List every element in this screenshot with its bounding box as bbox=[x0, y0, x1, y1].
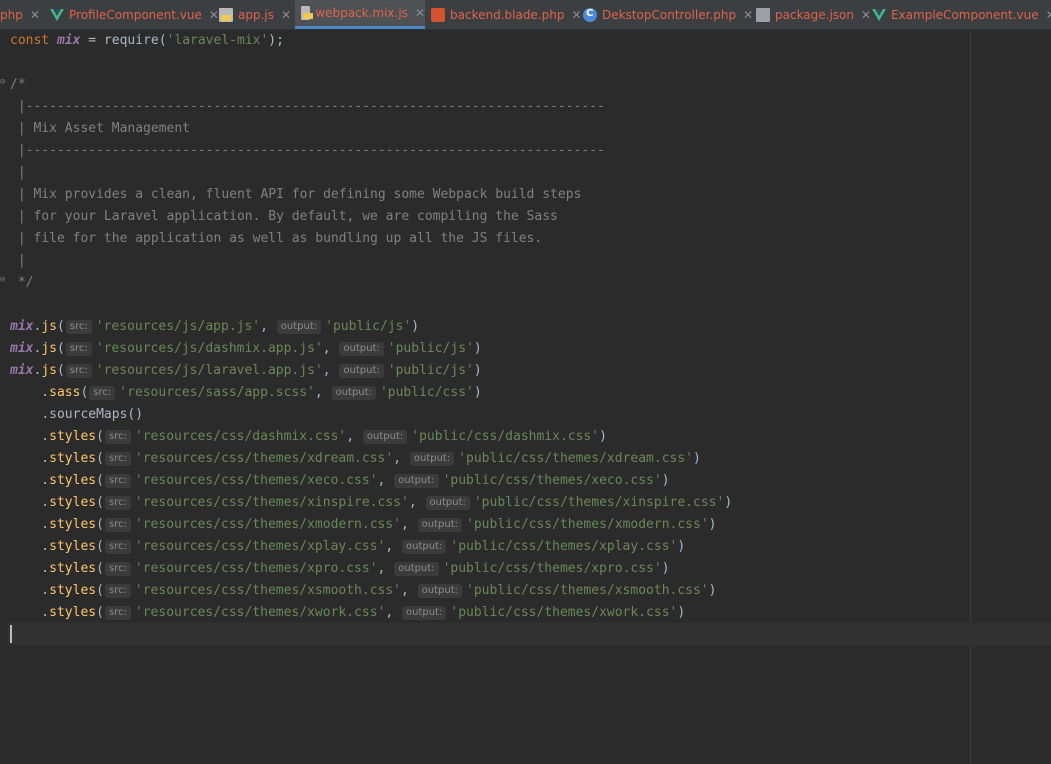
fold-icon[interactable]: ⊖ bbox=[0, 77, 8, 87]
vue-icon bbox=[50, 9, 64, 21]
src-param-hint: src: bbox=[104, 540, 131, 554]
comment-line: | Mix provides a clean, fluent API for d… bbox=[10, 187, 582, 202]
json-file-icon bbox=[756, 7, 770, 22]
vue-icon bbox=[872, 9, 886, 21]
mix-styles-call: .styles(src:'resources/css/themes/xdream… bbox=[10, 451, 701, 466]
comment-line: | file for the application as well as bu… bbox=[10, 231, 543, 246]
comment-line: |---------------------------------------… bbox=[10, 143, 605, 158]
js-file-icon bbox=[219, 7, 233, 22]
output-param-hint: output: bbox=[394, 474, 439, 488]
src-param-hint: src: bbox=[104, 584, 131, 598]
tab-label: webpack.mix.js bbox=[315, 6, 408, 20]
close-icon[interactable]: ✕ bbox=[281, 8, 291, 22]
fold-icon[interactable]: ⊖ bbox=[0, 275, 8, 285]
comment-line: | bbox=[10, 165, 26, 180]
mix-js-call: mix.js(src:'resources/js/laravel.app.js'… bbox=[10, 363, 482, 378]
output-param-hint: output: bbox=[425, 496, 470, 510]
mix-styles-call: .styles(src:'resources/css/themes/xeco.c… bbox=[10, 473, 670, 488]
tab-app-js[interactable]: app.js ✕ bbox=[213, 0, 291, 29]
js-file-icon bbox=[301, 6, 314, 20]
tab-package-json[interactable]: package.json ✕ bbox=[750, 0, 871, 29]
mix-styles-call: .styles(src:'resources/css/themes/xpro.c… bbox=[10, 561, 670, 576]
tab-profile-component[interactable]: ProfileComponent.vue ✕ bbox=[44, 0, 219, 29]
comment-line: |---------------------------------------… bbox=[10, 99, 605, 114]
tab-label: backend.blade.php bbox=[450, 7, 565, 22]
src-param-hint: src: bbox=[65, 320, 92, 334]
tab-label: php bbox=[0, 7, 23, 22]
comment-line: | Mix Asset Management bbox=[10, 121, 191, 136]
tab-dekstop-controller[interactable]: DekstopController.php ✕ bbox=[577, 0, 753, 29]
output-param-hint: output: bbox=[339, 342, 384, 356]
close-icon[interactable]: ✕ bbox=[1046, 8, 1051, 22]
tab-label: app.js bbox=[238, 7, 274, 22]
mix-styles-call: .styles(src:'resources/css/themes/xsmoot… bbox=[10, 583, 717, 598]
tab-label: DekstopController.php bbox=[602, 7, 737, 22]
tab-example-component[interactable]: ExampleComponent.vue ✕ bbox=[866, 0, 1051, 29]
close-icon[interactable]: ✕ bbox=[30, 8, 40, 22]
output-param-hint: output: bbox=[331, 386, 376, 400]
current-line-highlight bbox=[8, 623, 1051, 645]
output-param-hint: output: bbox=[276, 320, 322, 334]
output-param-hint: output: bbox=[362, 430, 408, 444]
mix-sourcemaps-call: .sourceMaps() bbox=[41, 407, 144, 422]
editor-tab-bar: php ✕ ProfileComponent.vue ✕ app.js ✕ we… bbox=[0, 0, 1051, 30]
mix-styles-call: .styles(src:'resources/css/dashmix.css',… bbox=[10, 429, 607, 444]
right-margin-guide bbox=[970, 30, 971, 764]
mix-styles-call: .styles(src:'resources/css/themes/xinspi… bbox=[10, 495, 733, 510]
tab-backend-blade[interactable]: backend.blade.php ✕ bbox=[425, 0, 582, 29]
output-param-hint: output: bbox=[409, 452, 455, 466]
output-param-hint: output: bbox=[402, 540, 447, 554]
mix-styles-call: .styles(src:'resources/css/themes/xmoder… bbox=[10, 517, 717, 532]
editor-gutter: ⊖ ⊖ bbox=[0, 30, 8, 764]
blade-icon bbox=[431, 7, 445, 22]
output-param-hint: output: bbox=[417, 518, 463, 532]
comment-line: | bbox=[10, 253, 26, 268]
close-icon[interactable]: ✕ bbox=[415, 6, 425, 20]
output-param-hint: output: bbox=[402, 606, 447, 620]
output-param-hint: output: bbox=[394, 562, 439, 576]
code-editor[interactable]: const mix = require('laravel-mix'); /* |… bbox=[10, 30, 732, 624]
mix-styles-call: .styles(src:'resources/css/themes/xplay.… bbox=[10, 539, 686, 554]
text-caret bbox=[10, 625, 12, 643]
src-param-hint: src: bbox=[104, 430, 131, 444]
tab-label: ExampleComponent.vue bbox=[891, 7, 1039, 22]
src-param-hint: src: bbox=[104, 452, 131, 466]
output-param-hint: output: bbox=[339, 364, 384, 378]
src-param-hint: src: bbox=[104, 474, 131, 488]
comment-line: */ bbox=[10, 275, 34, 290]
mix-js-call: mix.js(src:'resources/js/app.js', output… bbox=[10, 319, 420, 334]
tab-label: ProfileComponent.vue bbox=[69, 7, 202, 22]
php-class-icon bbox=[583, 7, 597, 22]
mix-styles-call: .styles(src:'resources/css/themes/xwork.… bbox=[10, 605, 686, 620]
comment-line: | for your Laravel application. By defau… bbox=[10, 209, 558, 224]
code-line: const mix = require('laravel-mix'); bbox=[10, 33, 284, 48]
src-param-hint: src: bbox=[104, 606, 131, 620]
tab-label: package.json bbox=[775, 7, 855, 22]
mix-sass-call: .sass(src:'resources/sass/app.scss', out… bbox=[10, 385, 482, 400]
comment-line: /* bbox=[10, 77, 26, 92]
src-param-hint: src: bbox=[104, 562, 131, 576]
src-param-hint: src: bbox=[65, 364, 92, 378]
tab-php[interactable]: php ✕ bbox=[0, 0, 40, 29]
src-param-hint: src: bbox=[104, 518, 131, 532]
src-param-hint: src: bbox=[65, 342, 92, 356]
src-param-hint: src: bbox=[89, 386, 116, 400]
mix-js-call: mix.js(src:'resources/js/dashmix.app.js'… bbox=[10, 341, 482, 356]
tab-webpack-mix[interactable]: webpack.mix.js ✕ bbox=[295, 0, 425, 29]
src-param-hint: src: bbox=[104, 496, 131, 510]
output-param-hint: output: bbox=[417, 584, 463, 598]
